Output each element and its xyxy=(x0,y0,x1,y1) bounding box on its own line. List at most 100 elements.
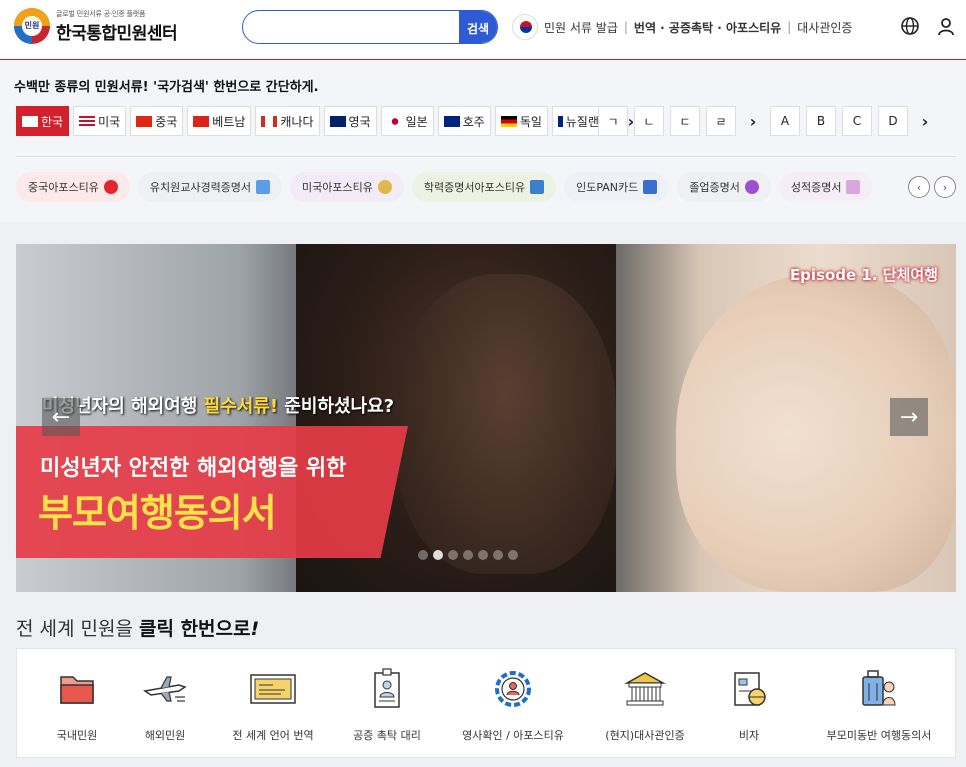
chip-kindergarten-cert[interactable]: 유치원교사경력증명서 xyxy=(137,172,283,202)
medal-icon xyxy=(377,180,392,194)
carousel-dot[interactable] xyxy=(508,550,518,560)
popular-docs: 중국아포스티유 유치원교사경력증명서 미국아포스티유 학력증명서아포스티유 인도… xyxy=(16,172,873,202)
newzealand-flag-icon xyxy=(557,115,563,127)
chevron-right-icon[interactable]: › xyxy=(914,106,936,136)
chip-graduation-cert[interactable]: 졸업증명서 xyxy=(677,172,771,202)
document-icon xyxy=(846,180,861,194)
embassy-icon xyxy=(624,672,666,706)
country-japan[interactable]: 일본 xyxy=(380,106,434,136)
australia-flag-icon xyxy=(443,115,460,127)
country-canada[interactable]: 캐나다 xyxy=(255,106,320,136)
arrow-left-icon[interactable]: ← xyxy=(42,398,80,436)
logo-title: 한국통합민원센터 xyxy=(56,23,178,44)
chevron-left-icon[interactable]: ‹ xyxy=(908,176,930,198)
service-label: 영사확인 / 아포스티유 xyxy=(462,729,564,742)
alpha-digeut[interactable]: ㄷ xyxy=(670,106,700,136)
service-label: 부모미동반 여행동의서 xyxy=(826,729,932,742)
search-bar: 검색 xyxy=(242,10,498,44)
carousel-dot[interactable] xyxy=(418,550,428,560)
vietnam-flag-icon xyxy=(193,115,210,127)
service-visa[interactable]: 비자 xyxy=(689,663,809,743)
logo-subtitle: 글로벌 민원서류 공·인증 플랫폼 xyxy=(56,9,146,18)
nav-separator: | xyxy=(623,20,628,34)
chip-academic-apostille[interactable]: 학력증명서아포스티유 xyxy=(411,172,557,202)
chevron-right-icon[interactable]: › xyxy=(742,106,764,136)
hero-banner[interactable]: Episode 1. 단체여행 미성년자의 해외여행 필수서류! 준비하셨나요?… xyxy=(16,244,956,592)
banner-title: 부모여행동의서 xyxy=(38,491,277,535)
japan-flag-icon xyxy=(386,115,403,127)
canada-flag-icon xyxy=(261,115,278,127)
alpha-b[interactable]: B xyxy=(806,106,836,136)
nav-item-issue[interactable]: 민원 서류 발급 xyxy=(544,19,618,36)
korea-flag-icon xyxy=(512,14,538,40)
country-china[interactable]: 중국 xyxy=(130,106,184,136)
service-label: 비자 xyxy=(738,729,760,742)
service-translation[interactable]: 전 세계 언어 번역 xyxy=(213,663,333,743)
service-label: 공증 촉탁 대리 xyxy=(353,729,421,742)
man-face-image xyxy=(396,274,616,574)
chip-china-apostille[interactable]: 중국아포스티유 xyxy=(16,172,130,202)
banner-subtitle: 미성년자 안전한 해외여행을 위한 xyxy=(40,456,347,481)
airplane-icon xyxy=(143,676,187,702)
alphabet-index: ㄱ ㄴ ㄷ ㄹ › A B C D › xyxy=(598,106,936,136)
service-notary[interactable]: 공증 촉탁 대리 xyxy=(327,663,447,743)
logo-emblem-icon: 민원 xyxy=(14,8,50,44)
tagline: 수백만 종류의 민원서류! '국가검색' 한번으로 간단하게. xyxy=(14,80,319,95)
china-flag-icon xyxy=(136,115,153,127)
chip-usa-apostille[interactable]: 미국아포스티유 xyxy=(290,172,404,202)
id-badge-icon xyxy=(374,668,400,708)
carousel-dot[interactable] xyxy=(493,550,503,560)
country-germany[interactable]: 독일 xyxy=(494,106,548,136)
country-korea[interactable]: 한국 xyxy=(16,106,70,136)
service-apostille[interactable]: 영사확인 / 아포스티유 xyxy=(453,663,573,743)
search-button[interactable]: 검색 xyxy=(459,11,497,43)
chevron-right-icon[interactable]: › xyxy=(934,176,956,198)
uk-flag-icon xyxy=(329,115,346,127)
arrow-right-icon[interactable]: → xyxy=(890,398,928,436)
top-nav: 민원 서류 발급 | 번역 · 공증촉탁 · 아포스티유 | 대사관인증 xyxy=(512,14,852,40)
country-selector: 한국 미국 중국 베트남 캐나다 영국 일본 호주 독일 뉴질랜드 › xyxy=(16,106,642,136)
search-input[interactable] xyxy=(255,17,455,37)
folder-icon xyxy=(60,676,94,704)
china-flag-icon xyxy=(103,180,118,194)
carousel-dots xyxy=(418,550,518,560)
usa-flag-icon xyxy=(79,115,96,127)
luggage-icon xyxy=(862,670,896,706)
carousel-dot[interactable] xyxy=(448,550,458,560)
service-travel-consent[interactable]: 부모미동반 여행동의서 xyxy=(809,663,949,743)
id-card-icon xyxy=(643,180,658,194)
chip-transcript[interactable]: 성적증명서 xyxy=(778,172,873,202)
logo-badge-text: 민원 xyxy=(24,21,40,30)
country-usa[interactable]: 미국 xyxy=(73,106,127,136)
carousel-dot[interactable] xyxy=(478,550,488,560)
carousel-dot-active[interactable] xyxy=(433,550,443,560)
graduation-cap-icon xyxy=(530,180,545,194)
chip-india-pan[interactable]: 인도PAN카드 xyxy=(564,172,670,202)
alpha-d[interactable]: D xyxy=(878,106,908,136)
alpha-giyeok[interactable]: ㄱ xyxy=(598,106,628,136)
globe-icon[interactable] xyxy=(900,16,920,36)
service-label: 전 세계 언어 번역 xyxy=(232,729,314,742)
nav-item-translation[interactable]: 번역 · 공증촉탁 · 아포스티유 xyxy=(634,19,781,36)
alpha-c[interactable]: C xyxy=(842,106,872,136)
site-logo[interactable]: 민원 글로벌 민원서류 공·인증 플랫폼 한국통합민원센터 xyxy=(14,8,178,44)
country-australia[interactable]: 호주 xyxy=(437,106,491,136)
alpha-rieul[interactable]: ㄹ xyxy=(706,106,736,136)
episode-label: Episode 1. 단체여행 xyxy=(789,266,938,284)
country-uk[interactable]: 영국 xyxy=(323,106,377,136)
graduation-hat-icon xyxy=(744,180,759,194)
user-icon[interactable] xyxy=(936,16,956,36)
nav-separator: | xyxy=(787,20,792,34)
service-overseas[interactable]: 해외민원 xyxy=(105,663,225,743)
visa-icon xyxy=(734,672,766,706)
korea-flag-icon xyxy=(22,115,38,127)
service-embassy[interactable]: (현지)대사관인증 xyxy=(585,663,705,743)
carousel-dot[interactable] xyxy=(463,550,473,560)
nav-item-embassy[interactable]: 대사관인증 xyxy=(797,19,852,36)
divider xyxy=(16,156,956,157)
country-vietnam[interactable]: 베트남 xyxy=(187,106,252,136)
gear-person-icon xyxy=(495,671,531,707)
services-panel: 국내민원 해외민원 전 세계 언어 번역 공증 촉탁 대리 영사확인 / 아포스… xyxy=(16,648,956,758)
alpha-nieun[interactable]: ㄴ xyxy=(634,106,664,136)
alpha-a[interactable]: A xyxy=(770,106,800,136)
